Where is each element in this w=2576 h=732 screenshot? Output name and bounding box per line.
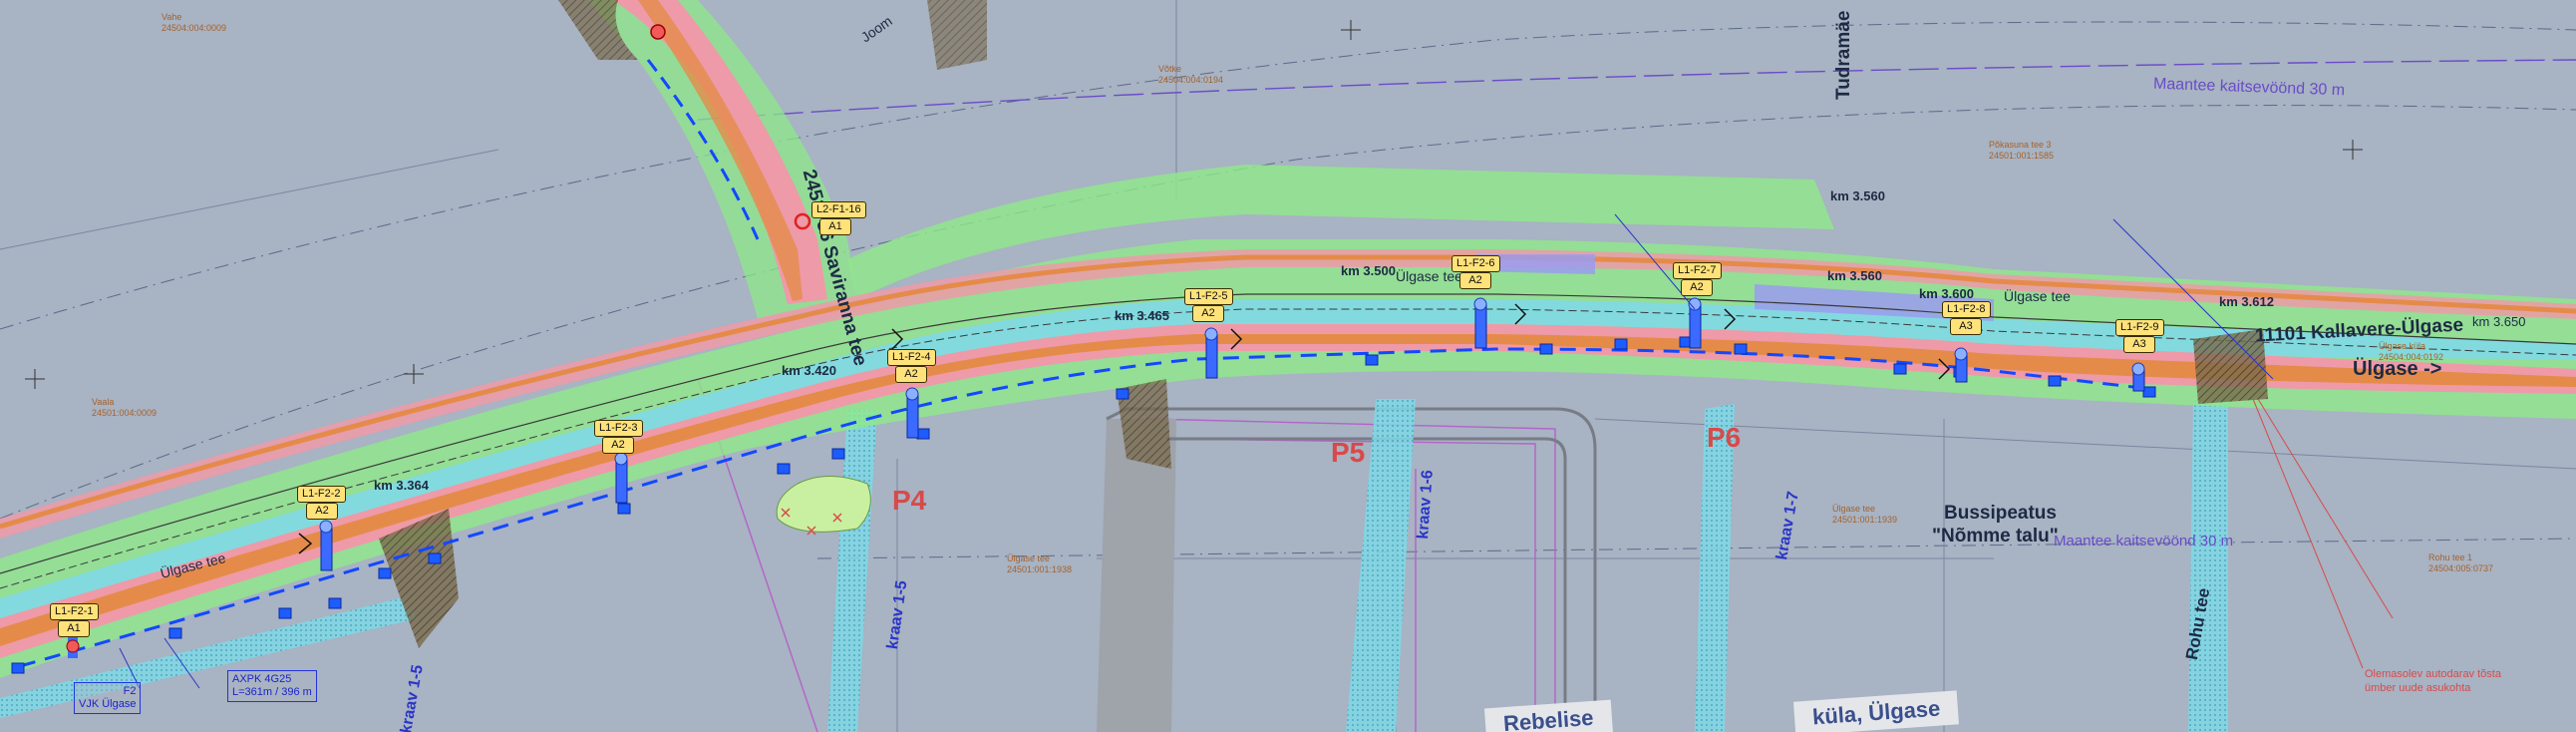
lamp-tag-l1-f2-8[interactable]: L1-F2-8 [1942,301,1991,318]
km-marker: km 3.364 [374,478,429,493]
parcel-code: 24504:004:0192 [2379,352,2444,362]
section-marker-p4: P4 [892,485,927,516]
parcel-name: Ülgase küla [2379,341,2426,351]
cable-spec-label[interactable]: AXPK 4G25 L=361m / 396 m [227,670,317,702]
parcel-code: 24501:001:1585 [1989,151,2055,161]
lamp-subtag: A2 [895,366,927,383]
lamp-subtag: A3 [1950,318,1982,335]
parcel-name: Ülgase tee [1832,504,1876,514]
parcel-label: Vahe 24504:004:0009 [161,12,226,34]
cabinet-label[interactable]: F2 VJK Ülgase [74,682,142,714]
cabinet-id: F2 [123,685,137,697]
annotation-leaders [2252,398,2394,669]
lamp-tag-l1-f2-5[interactable]: L1-F2-5 [1184,288,1233,305]
parcel-code: 24504:004:0009 [161,23,227,33]
km-marker: km 3.465 [1115,308,1169,323]
lamp-subtag: A2 [1681,279,1713,296]
section-marker-p6: P6 [1707,422,1742,453]
km-marker: km 3.560 [1830,188,1885,203]
ulgase-tee-label-3: Ülgase tee [2004,288,2071,304]
lamp-tag-l1-f2-7[interactable]: L1-F2-7 [1673,262,1722,279]
cabinet-name: VJK Ülgase [79,698,137,710]
parcel-code: 24501:001:1939 [1832,515,1898,525]
main-road [0,165,2576,678]
km-marker: km 3.560 [1827,268,1882,283]
parcel-code: 24501:001:1938 [1007,564,1073,574]
lamp-tag-l2-f1-16[interactable]: L2-F1-16 [811,201,866,218]
lamp-tag-l1-f2-9[interactable]: L1-F2-9 [2115,319,2164,336]
lamp-tag-l1-f2-4[interactable]: L1-F2-4 [887,349,936,366]
parcel-code: 24501:004:0009 [92,408,158,418]
km-marker: km 3.500 [1341,263,1396,278]
lamp-tag-l1-f2-3[interactable]: L1-F2-3 [594,420,643,437]
parcel-name: Võtke [1158,64,1182,74]
lamp-subtag: A1 [58,620,90,637]
tudramae-label: Tudramäe [1833,10,1854,100]
km-marker: km 3.600 [1919,286,1974,301]
parcel-label: Ülgase tee 24501:001:1939 [1832,504,1897,526]
relocation-note-line-1: Olemasolev autodarav tõsta [2365,668,2501,680]
lamp-tag-l1-f2-2[interactable]: L1-F2-2 [297,486,346,503]
lamp-subtag: A2 [306,503,338,520]
lamp-tag-l1-f2-1[interactable]: L1-F2-1 [50,603,99,620]
lamp-subtag: A2 [602,437,634,454]
parcel-name: Ülgase tee [1007,553,1051,563]
parcel-code: 24504:005:0737 [2428,563,2494,573]
parcel-label: Võtke 24504:004:0194 [1158,64,1223,86]
cable-type: AXPK 4G25 [232,673,292,685]
bus-stop-title: Bussipeatus [1944,503,2057,524]
lamp-subtag: A3 [2123,336,2155,353]
parcel-label: Ülgase küla 24504:004:0192 [2379,341,2443,363]
parcel-label: Vaala 24501:004:0009 [92,397,157,419]
map-viewport[interactable]: 11101 Kallavere-Ülgase Ülgase -> Maantee… [0,0,2576,732]
km-marker: km 3.420 [782,363,836,378]
relocation-note-line-2: ümber uude asukohta [2365,682,2471,694]
km-marker: km 3.650 [2472,314,2526,329]
parcel-code: 24504:004:0194 [1158,75,1224,85]
parcel-label: Ülgase tee 24501:001:1938 [1007,553,1072,575]
parcel-label: Põkasuna tee 3 24501:001:1585 [1989,140,2054,162]
section-marker-p5: P5 [1331,437,1366,468]
parcel-name: Põkasuna tee 3 [1989,140,2052,150]
lamp-subtag: A2 [1459,272,1491,289]
bus-stop-name: "Nõmme talu" [1932,526,2059,547]
parcel-name: Vaala [92,397,115,407]
km-marker: km 3.612 [2219,294,2274,309]
relocation-note: Olemasolev autodarav tõsta ümber uude as… [2365,667,2501,695]
parcel-name: Vahe [161,12,182,22]
parcel-label: Rohu tee 1 24504:005:0737 [2428,552,2493,574]
lamp-subtag: A1 [819,218,851,235]
lamp-tag-l1-f2-6[interactable]: L1-F2-6 [1451,255,1500,272]
protection-zone-label-2: Maantee kaitsevöönd 30 m [2054,533,2234,549]
parcel-name: Rohu tee 1 [2428,552,2473,562]
lamp-subtag: A2 [1192,305,1224,322]
cable-length: L=361m / 396 m [232,686,312,698]
